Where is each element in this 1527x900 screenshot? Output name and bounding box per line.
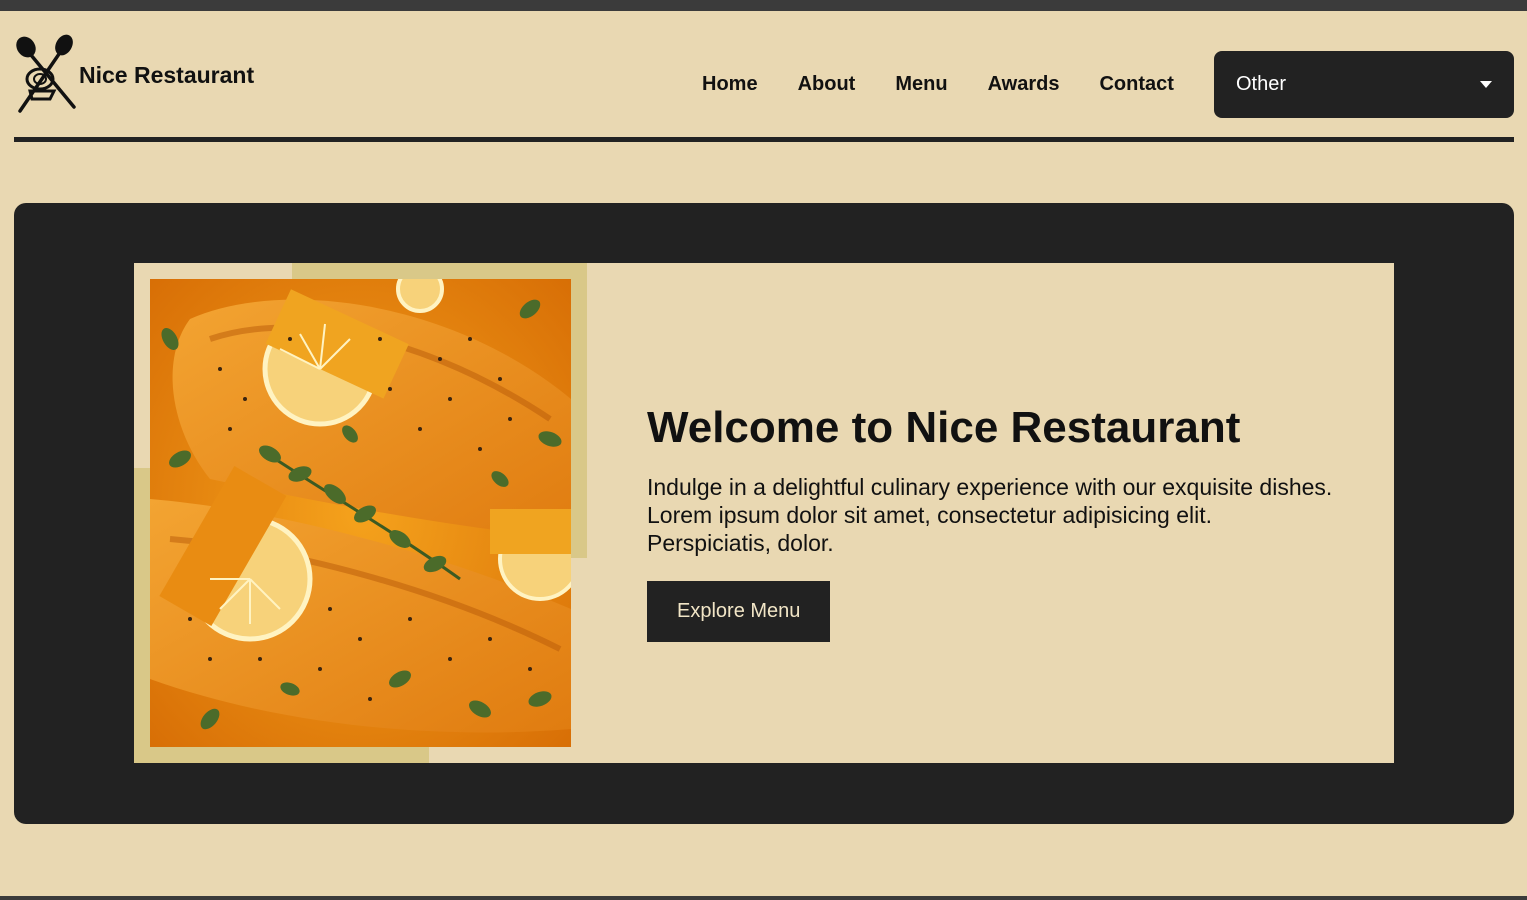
nav-contact[interactable]: Contact xyxy=(1099,71,1173,97)
caret-down-icon xyxy=(1480,81,1492,88)
frame-accent-top xyxy=(292,263,587,279)
hero-description: Indulge in a delightful culinary experie… xyxy=(647,474,1333,556)
hero-text: Welcome to Nice Restaurant Indulge in a … xyxy=(647,403,1347,642)
crossed-spoon-fork-icon xyxy=(16,34,76,113)
hero-title: Welcome to Nice Restaurant xyxy=(647,403,1241,452)
frame-accent-left xyxy=(134,468,150,763)
nav-awards[interactable]: Awards xyxy=(988,71,1060,97)
explore-menu-button[interactable]: Explore Menu xyxy=(647,581,831,642)
header-divider xyxy=(14,137,1514,142)
image-frame xyxy=(134,263,587,763)
select-value: Other xyxy=(1236,73,1287,95)
top-edge-strip xyxy=(0,0,1527,11)
main-nav: Home About Menu Awards Contact xyxy=(702,71,1174,97)
frame-accent-bottom xyxy=(134,747,429,763)
nav-menu[interactable]: Menu xyxy=(895,71,947,97)
brand-name: Nice Restaurant xyxy=(79,61,255,88)
bottom-edge-strip xyxy=(0,896,1527,900)
hero-section: Welcome to Nice Restaurant Indulge in a … xyxy=(14,203,1514,824)
nav-about[interactable]: About xyxy=(798,71,856,97)
frame-accent-right xyxy=(571,263,587,558)
hero-card: Welcome to Nice Restaurant Indulge in a … xyxy=(134,263,1394,763)
nav-home[interactable]: Home xyxy=(702,71,758,97)
site-header: Nice Restaurant Home About Menu Awards C… xyxy=(14,11,1514,143)
brand[interactable]: Nice Restaurant xyxy=(14,33,254,115)
other-select[interactable]: Other xyxy=(1214,51,1514,118)
salmon-dish-photo xyxy=(150,279,571,747)
